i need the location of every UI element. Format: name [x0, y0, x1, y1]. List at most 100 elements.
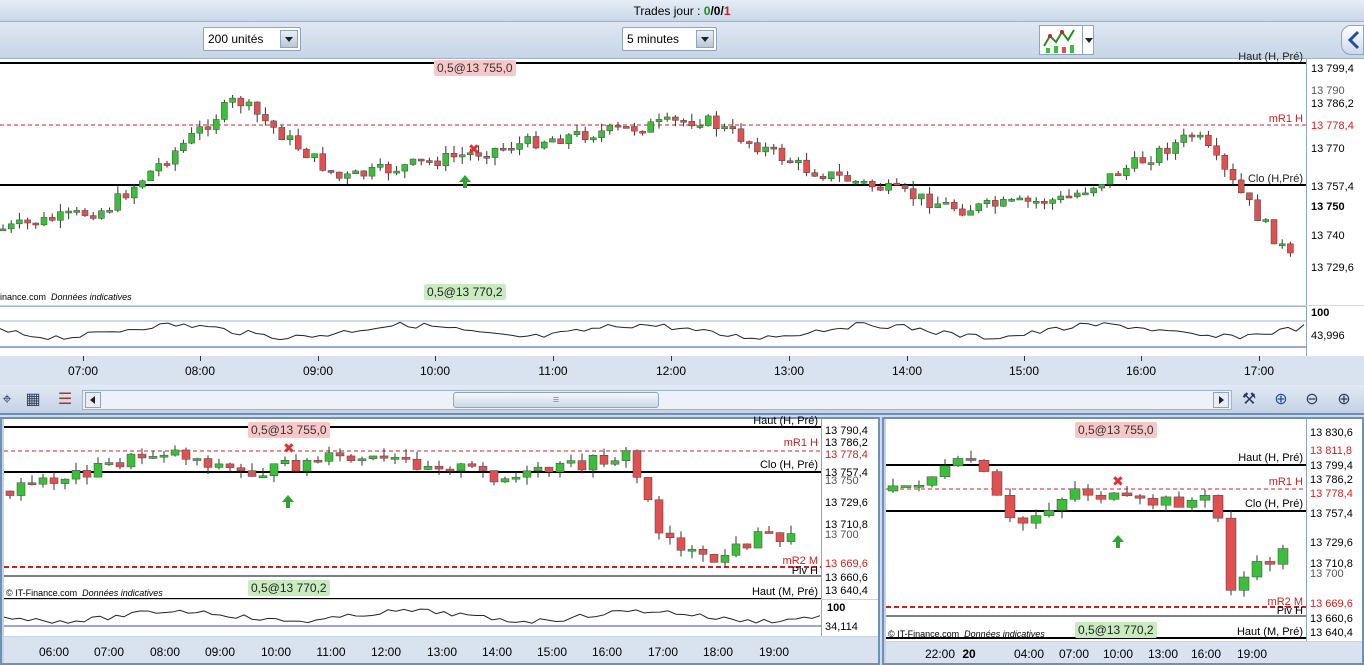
bear-candle	[770, 146, 778, 150]
bull-candle	[1147, 162, 1155, 165]
bear-candle	[82, 470, 92, 478]
price-tick: 13 660,6	[825, 572, 868, 584]
bull-candle	[1238, 576, 1250, 591]
grid-icon[interactable]: ▦	[22, 389, 44, 411]
scroll-left-icon[interactable]	[85, 392, 101, 408]
bear-candle	[786, 160, 794, 164]
bull-candle	[1016, 197, 1024, 201]
bear-candle	[319, 153, 327, 171]
bull-candle	[148, 456, 158, 459]
bull-candle	[555, 462, 565, 473]
bull-candle	[302, 459, 312, 472]
bull-candle	[952, 458, 964, 467]
bull-candle	[500, 478, 510, 483]
bear-candle	[137, 453, 147, 459]
bull-candle	[762, 146, 769, 153]
bull-candle	[918, 193, 925, 200]
bull-candle	[390, 457, 400, 460]
bear-candle	[1017, 517, 1029, 524]
bear-candle	[665, 532, 675, 539]
osc-tick: 100	[1311, 307, 1330, 319]
level-label-mr1: mR1 H	[783, 437, 818, 449]
interval-select[interactable]: 5 minutes	[622, 27, 717, 51]
bull-candle	[16, 482, 26, 496]
bear-candle	[991, 200, 999, 207]
scroll-right-icon[interactable]	[1213, 392, 1229, 408]
bull-candle	[1277, 548, 1289, 565]
bull-candle	[1108, 492, 1120, 500]
bull-candle	[40, 217, 48, 226]
scroll-thumb[interactable]: ≡	[453, 392, 659, 408]
chevron-down-icon[interactable]	[280, 30, 298, 48]
bear-candle	[236, 467, 246, 471]
bear-candle	[532, 136, 540, 149]
time-tick: 08:00	[184, 364, 216, 378]
bear-candle	[991, 471, 1003, 496]
cursor-icon[interactable]: ⌖	[0, 389, 18, 411]
bear-candle	[115, 462, 125, 468]
bear-candle	[262, 114, 269, 122]
order-buy-tag[interactable]: 0,5@13 770,2	[1075, 622, 1157, 638]
trades-title: Trades jour :	[633, 4, 704, 18]
collapse-arrow-icon[interactable]	[1341, 25, 1364, 55]
bottom-left-time-axis: 06:00 07:00 08:00 09:00 10:00 11:00 12:00 13:00…	[4, 637, 878, 663]
bull-candle	[524, 136, 532, 144]
zoom-out-icon[interactable]: ⊖	[1301, 389, 1323, 411]
order-buy-tag[interactable]: 0,5@13 770,2	[248, 580, 330, 596]
bear-candle	[508, 148, 515, 151]
bars-icon[interactable]: ☰	[54, 389, 76, 411]
bull-candle	[696, 125, 704, 128]
bottom-left-oscillator	[4, 600, 821, 636]
bull-candle	[655, 119, 663, 123]
bull-candle	[126, 453, 136, 468]
chevron-down-icon[interactable]	[1082, 26, 1093, 54]
chart-credit: © IT-Finance.com Données indicatives	[888, 629, 1045, 639]
bull-candle	[983, 200, 991, 205]
bull-candle	[491, 147, 499, 158]
bull-candle	[324, 452, 334, 462]
bear-candle	[950, 202, 958, 210]
bull-candle	[704, 115, 712, 126]
bull-candle	[967, 210, 974, 216]
credit-text: © IT-Finance.com	[888, 629, 960, 639]
chevron-down-icon[interactable]	[696, 30, 714, 48]
bear-candle	[1134, 495, 1146, 499]
bull-candle	[57, 211, 64, 221]
bear-candle	[1205, 134, 1212, 147]
units-select[interactable]: 200 unités	[203, 27, 301, 51]
bear-candle	[877, 186, 884, 191]
zoom-in-icon[interactable]: ⊕	[1333, 389, 1355, 411]
chart-indicator-icon	[1043, 29, 1075, 53]
bull-candle	[98, 210, 105, 219]
bull-candle	[170, 449, 180, 456]
horizontal-scrollbar[interactable]: ≡	[82, 390, 1232, 410]
bottom-left-price-chart[interactable]: ✖ Haut (H, Pré) mR1 H Clo (H, Pré) mR2 M…	[4, 415, 821, 599]
order-buy-tag[interactable]: 0,5@13 770,2	[424, 284, 506, 300]
bull-candle	[1032, 201, 1040, 204]
main-oscillator	[0, 306, 1306, 356]
units-select-value: 200 unités	[208, 32, 264, 46]
order-sell-tag[interactable]: 0,5@13 755,0	[1075, 422, 1157, 438]
time-tick: 06:00	[38, 645, 70, 659]
bear-candle	[1173, 496, 1185, 508]
order-sell-tag[interactable]: 0,5@13 755,0	[248, 422, 330, 438]
bull-candle	[786, 533, 796, 542]
bull-candle	[975, 203, 983, 211]
time-tick: 13:00	[1147, 647, 1179, 661]
price-tick: 13 640,4	[825, 585, 868, 597]
bull-candle	[286, 135, 294, 140]
bottom-right-price-chart[interactable]: ✖ Haut (H, Pré) mR1 H Clo (H, Pré) mR2 M…	[886, 419, 1306, 641]
bull-candle	[1106, 173, 1114, 185]
zoom-fit-icon[interactable]: ⊕	[1270, 389, 1292, 411]
indicator-button[interactable]	[1039, 25, 1094, 55]
time-tick: 19:00	[758, 645, 790, 659]
bull-candle	[38, 477, 48, 485]
bear-candle	[775, 532, 785, 542]
bear-candle	[1024, 197, 1032, 202]
bear-candle	[1139, 157, 1147, 164]
main-price-chart[interactable]: ✖ Haut (H, Pré) mR1 H Clo (H,Pré) 0,5@13…	[0, 51, 1306, 305]
tools-icon[interactable]: ⚒	[1238, 389, 1260, 411]
order-sell-tag[interactable]: 0,5@13 755,0	[434, 60, 516, 76]
price-tick: 13 660,6	[1310, 613, 1353, 625]
bull-candle	[549, 138, 556, 143]
